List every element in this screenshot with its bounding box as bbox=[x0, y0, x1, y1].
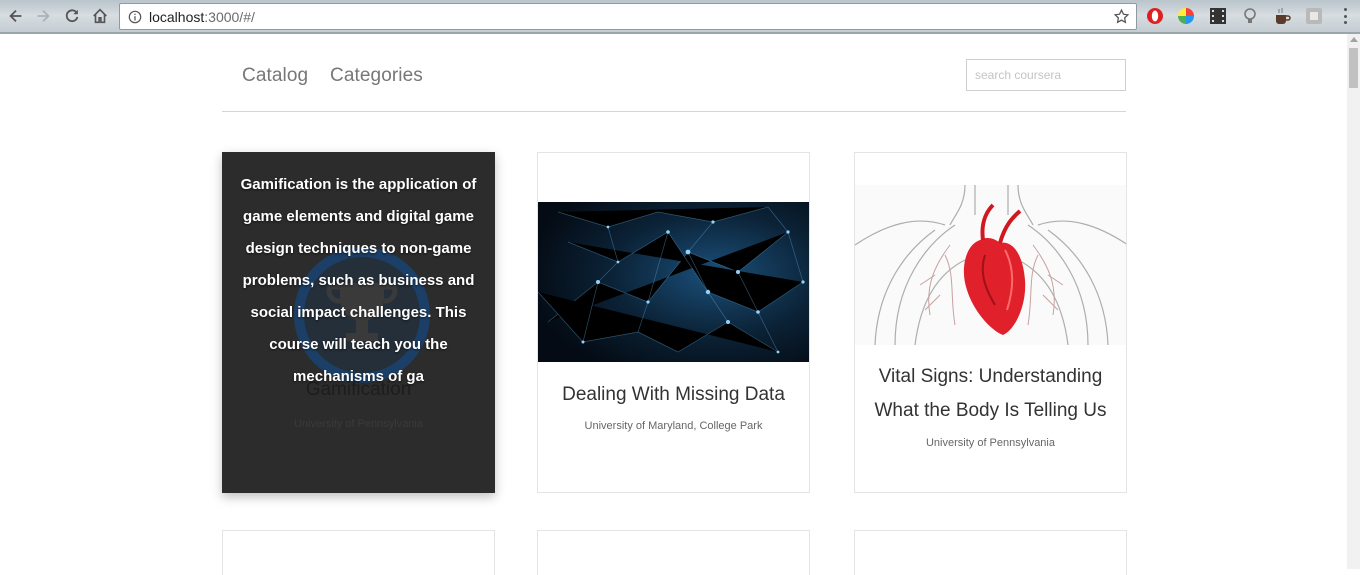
course-title[interactable]: Vital Signs: Understanding What the Body… bbox=[855, 360, 1126, 428]
course-card-vital-signs[interactable]: Vital Signs: Understanding What the Body… bbox=[854, 152, 1127, 493]
reload-button[interactable] bbox=[61, 5, 83, 27]
course-description: Gamification is the application of game … bbox=[240, 176, 477, 385]
back-button[interactable] bbox=[5, 5, 27, 27]
lightbulb-icon[interactable] bbox=[1241, 7, 1259, 25]
home-icon bbox=[93, 8, 107, 24]
network-nodes-image bbox=[538, 202, 809, 362]
scrollbar-thumb[interactable] bbox=[1349, 48, 1358, 88]
arrow-right-icon bbox=[37, 9, 50, 23]
anatomy-heart-lungs-image bbox=[855, 185, 1126, 345]
color-picker-icon[interactable] bbox=[1177, 7, 1195, 25]
search-input[interactable] bbox=[966, 59, 1126, 91]
home-button[interactable] bbox=[89, 5, 111, 27]
opera-icon[interactable] bbox=[1146, 7, 1164, 25]
course-card-next-2[interactable] bbox=[537, 530, 810, 575]
nav-catalog-link[interactable]: Catalog bbox=[242, 65, 308, 87]
course-title-text: Vital Signs: Understanding What the Body… bbox=[874, 366, 1107, 421]
address-bar[interactable]: localhost:3000/#/ bbox=[119, 3, 1137, 30]
url-host: localhost bbox=[149, 8, 205, 25]
url-path: :3000/#/ bbox=[204, 8, 255, 25]
extension-icon[interactable] bbox=[1305, 7, 1323, 25]
course-university: University of Maryland, College Park bbox=[584, 420, 763, 432]
course-card-missing-data[interactable]: Dealing With Missing Data University of … bbox=[537, 152, 810, 493]
site-header: Catalog Categories bbox=[222, 34, 1126, 112]
info-icon[interactable] bbox=[128, 10, 142, 24]
course-card-next-1[interactable] bbox=[222, 530, 495, 575]
nav-categories-link[interactable]: Categories bbox=[330, 65, 423, 87]
course-university: University of Pennsylvania bbox=[293, 418, 423, 430]
page-scrollbar[interactable] bbox=[1347, 34, 1360, 569]
bookmark-star-icon[interactable] bbox=[1113, 8, 1130, 25]
coffee-cup-icon[interactable] bbox=[1273, 7, 1291, 25]
forward-button[interactable] bbox=[32, 5, 54, 27]
film-icon[interactable] bbox=[1209, 7, 1227, 25]
course-card-gamification[interactable]: Gamification University of Pennsylvania … bbox=[222, 152, 495, 493]
scroll-up-arrow-icon[interactable] bbox=[1350, 37, 1358, 42]
browser-toolbar: localhost:3000/#/ bbox=[0, 0, 1360, 34]
arrow-left-icon bbox=[9, 9, 22, 23]
reload-icon bbox=[65, 9, 79, 23]
url-text: localhost:3000/#/ bbox=[149, 9, 255, 25]
browser-menu-button[interactable] bbox=[1343, 8, 1347, 24]
course-card-next-3[interactable] bbox=[854, 530, 1127, 575]
course-title[interactable]: Dealing With Missing Data bbox=[538, 378, 809, 412]
course-university: University of Pennsylvania bbox=[925, 437, 1055, 449]
